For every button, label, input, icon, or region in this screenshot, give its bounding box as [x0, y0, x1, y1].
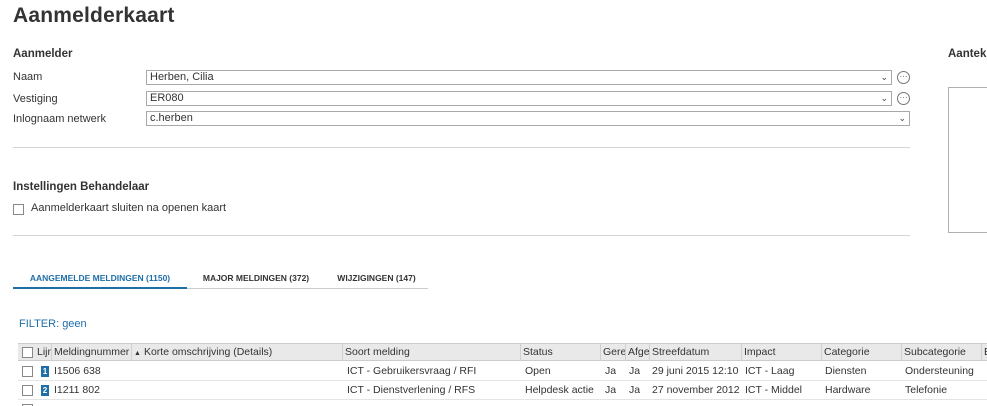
sort-ascending-icon: ▲ [134, 350, 141, 357]
cell-categorie: Diensten [825, 365, 867, 377]
column-header-categorie[interactable]: Categorie [822, 344, 902, 361]
filter-label[interactable]: FILTER: geen [19, 318, 87, 330]
close-card-checkbox[interactable] [13, 204, 24, 215]
cell-meldingnummer[interactable]: I1506 638 [52, 362, 132, 381]
cell-streefdatum: 29 juni 2015 12:10 [652, 365, 739, 377]
naam-label: Naam [13, 71, 43, 83]
naam-select[interactable]: Herben, Cilia ⌄ [146, 70, 892, 85]
select-all-checkbox[interactable] [22, 347, 33, 358]
instellingen-heading: Instellingen Behandelaar [13, 181, 150, 193]
cell-gere: Ja [605, 384, 617, 396]
vestiging-more-button[interactable]: ··· [897, 92, 910, 105]
priority-badge: 2 [41, 385, 49, 396]
column-header-status[interactable]: Status [521, 344, 601, 361]
naam-value: Herben, Cilia [150, 71, 214, 83]
page-title: Aanmelderkaart [13, 4, 175, 27]
column-header-b[interactable]: B [982, 344, 987, 361]
divider [13, 147, 910, 148]
divider [13, 235, 910, 236]
row-checkbox[interactable] [22, 385, 33, 396]
cell-afger: Ja [629, 384, 641, 396]
column-header-lijn[interactable]: Lijn [35, 344, 52, 361]
column-header-impact[interactable]: Impact [742, 344, 822, 361]
cell-status: Open [525, 365, 551, 377]
inlognaam-label: Inlognaam netwerk [13, 113, 106, 125]
column-header-omschrijving-label: Korte omschrijving (Details) [143, 346, 273, 358]
cell-status: Helpdesk actie [525, 384, 594, 396]
column-header-omschrijving[interactable]: ▲ Korte omschrijving (Details) [132, 344, 343, 361]
cell-streefdatum: 27 november 2012 [652, 384, 740, 396]
close-card-checkbox-label: Aanmelderkaart sluiten na openen kaart [31, 202, 227, 214]
inlognaam-value: c.herben [150, 112, 193, 124]
priority-badge: 1 [41, 366, 49, 377]
tab-aangemelde-meldingen[interactable]: AANGEMELDE MELDINGEN (1150) [13, 268, 187, 289]
cell-impact: ICT - Laag [745, 365, 795, 377]
column-header-afger[interactable]: Afger [626, 344, 650, 361]
notes-textarea[interactable] [948, 87, 987, 233]
cell-impact: ICT - Middel [745, 384, 802, 396]
column-header-soort[interactable]: Soort melding [343, 344, 521, 361]
vestiging-value: ER080 [150, 92, 184, 104]
aanmelder-heading: Aanmelder [13, 48, 73, 60]
chevron-down-icon: ⌄ [898, 113, 906, 123]
cell-afger: Ja [629, 365, 641, 377]
column-header-subcategorie[interactable]: Subcategorie [902, 344, 982, 361]
vestiging-label: Vestiging [13, 93, 58, 105]
table-row[interactable] [18, 400, 987, 406]
cell-meldingnummer[interactable]: I1211 802 [52, 381, 132, 400]
cell-subcategorie: Telefonie [905, 384, 948, 396]
cell-omschrijving [132, 381, 343, 400]
table-row[interactable]: 1 I1506 638 ICT - Gebruikersvraag / RFI … [18, 362, 987, 381]
grid-header: Lijn Meldingnummer ▲ Korte omschrijving (… [18, 343, 987, 361]
vestiging-select[interactable]: ER080 ⌄ [146, 91, 892, 106]
cell-gere: Ja [605, 365, 617, 377]
cell-subcategorie: Ondersteuning [905, 365, 974, 377]
inlognaam-select[interactable]: c.herben ⌄ [146, 111, 910, 126]
cell-omschrijving [132, 362, 343, 381]
row-checkbox[interactable] [22, 366, 33, 377]
column-header-gere[interactable]: Gere [601, 344, 626, 361]
tab-major-meldingen[interactable]: MAJOR MELDINGEN (372) [187, 268, 325, 289]
naam-more-button[interactable]: ··· [897, 71, 910, 84]
tab-wijzigingen[interactable]: WIJZIGINGEN (147) [325, 268, 428, 289]
notes-heading: Aantek [948, 48, 987, 60]
cell-categorie: Hardware [825, 384, 871, 396]
cell-soort: ICT - Gebruikersvraag / RFI [347, 365, 477, 377]
chevron-down-icon: ⌄ [880, 93, 888, 103]
chevron-down-icon: ⌄ [880, 72, 888, 82]
table-row[interactable]: 2 I1211 802 ICT - Dienstverlening / RFS … [18, 381, 987, 400]
cell-soort: ICT - Dienstverlening / RFS [347, 384, 476, 396]
column-header-meldingnummer[interactable]: Meldingnummer [52, 344, 132, 361]
column-header-streefdatum[interactable]: Streefdatum [650, 344, 742, 361]
